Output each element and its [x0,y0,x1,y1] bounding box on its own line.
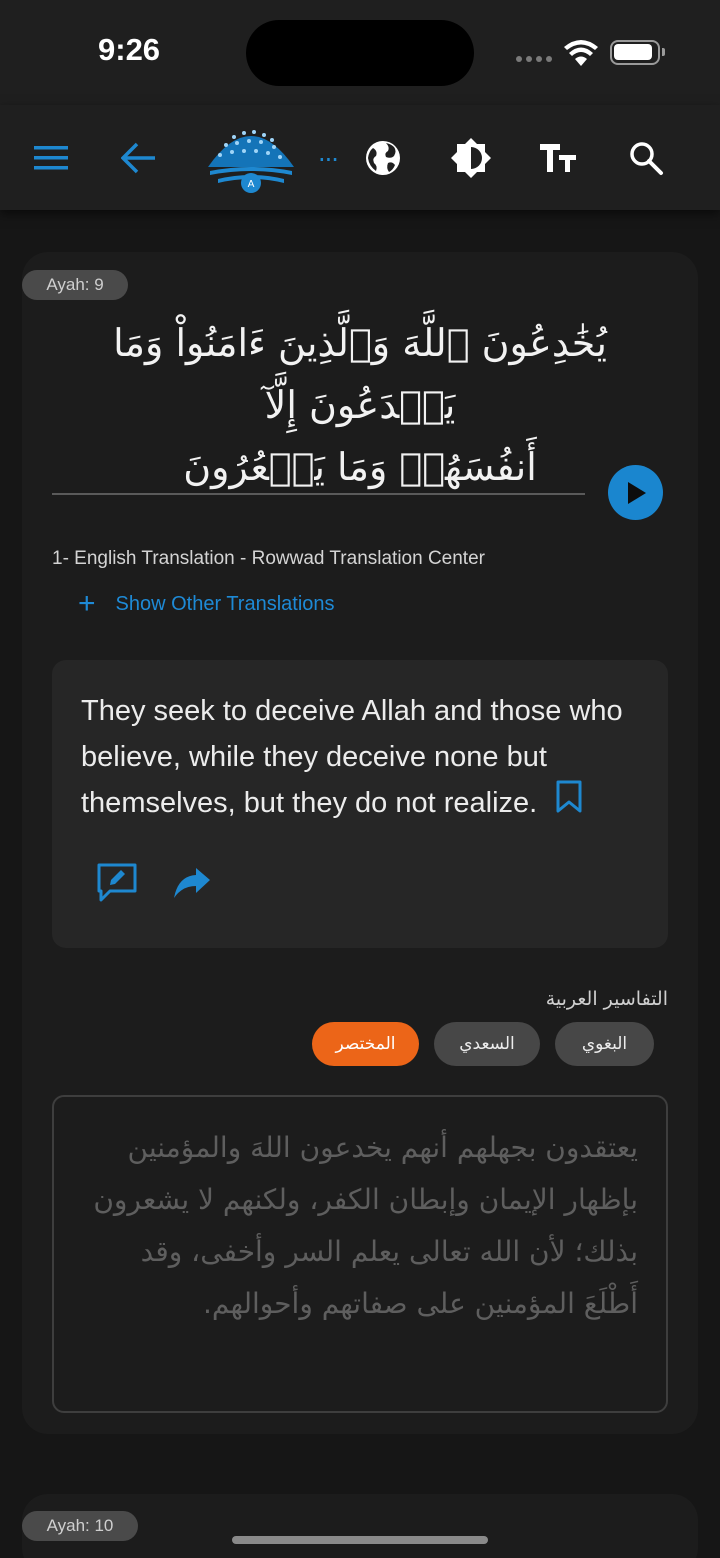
app-logo[interactable]: A [204,123,298,195]
next-ayah-number-badge: Ayah: 10 [22,1511,138,1541]
translation-title: 1- English Translation - Rowwad Translat… [52,548,485,569]
menu-icon[interactable] [26,133,76,183]
share-icon[interactable] [170,864,212,904]
back-arrow-icon[interactable] [114,133,164,183]
show-other-translations-label: Show Other Translations [115,592,335,615]
play-button[interactable] [608,465,663,520]
tafsir-chip-mukhtasar[interactable]: المختصر [312,1022,419,1066]
tafsir-chip-baghawi[interactable]: البغوي [555,1022,654,1066]
cellular-signal-icon [516,56,552,64]
translation-text: They seek to deceive Allah and those who… [81,695,623,819]
more-icon[interactable]: ... [318,139,339,167]
translation-text-block: They seek to deceive Allah and those who… [81,688,651,828]
dynamic-island [246,20,474,86]
top-toolbar: A ... [0,105,720,210]
show-other-translations-button[interactable]: + Show Other Translations [78,587,335,620]
arabic-verse-line: أَنفُسَهُمۡ وَمَا يَشۡعُرُونَ [183,445,537,489]
status-time: 9:26 [98,32,161,67]
home-indicator [232,1536,488,1544]
arabic-tafsir-label: التفاسير العربية [545,988,668,1010]
status-bar: 9:26 [0,0,720,105]
feedback-icon[interactable] [96,862,138,904]
globe-icon[interactable] [358,133,408,183]
audio-progress-bar[interactable] [52,493,585,495]
text-size-icon[interactable] [533,133,583,183]
bookmark-icon[interactable] [555,780,583,828]
tafsir-text: يعتقدون بجهلهم أنهم يخدعون اللهَ والمؤمن… [93,1131,638,1320]
theme-icon[interactable] [446,133,496,183]
svg-text:A: A [248,179,255,190]
plus-icon: + [78,587,96,620]
play-icon [627,481,646,504]
battery-icon [610,40,665,65]
arabic-verse-line: يُخَٰدِعُونَ ٱللَّهَ وَٱلَّذِينَ ءَامَنُ… [113,321,607,427]
search-icon[interactable] [621,133,671,183]
wifi-icon [564,40,598,66]
ayah-number-badge: Ayah: 9 [22,270,128,300]
arabic-verse-text: يُخَٰدِعُونَ ٱللَّهَ وَٱلَّذِينَ ءَامَنُ… [50,312,670,498]
tafsir-chip-saadi[interactable]: السعدي [434,1022,540,1066]
